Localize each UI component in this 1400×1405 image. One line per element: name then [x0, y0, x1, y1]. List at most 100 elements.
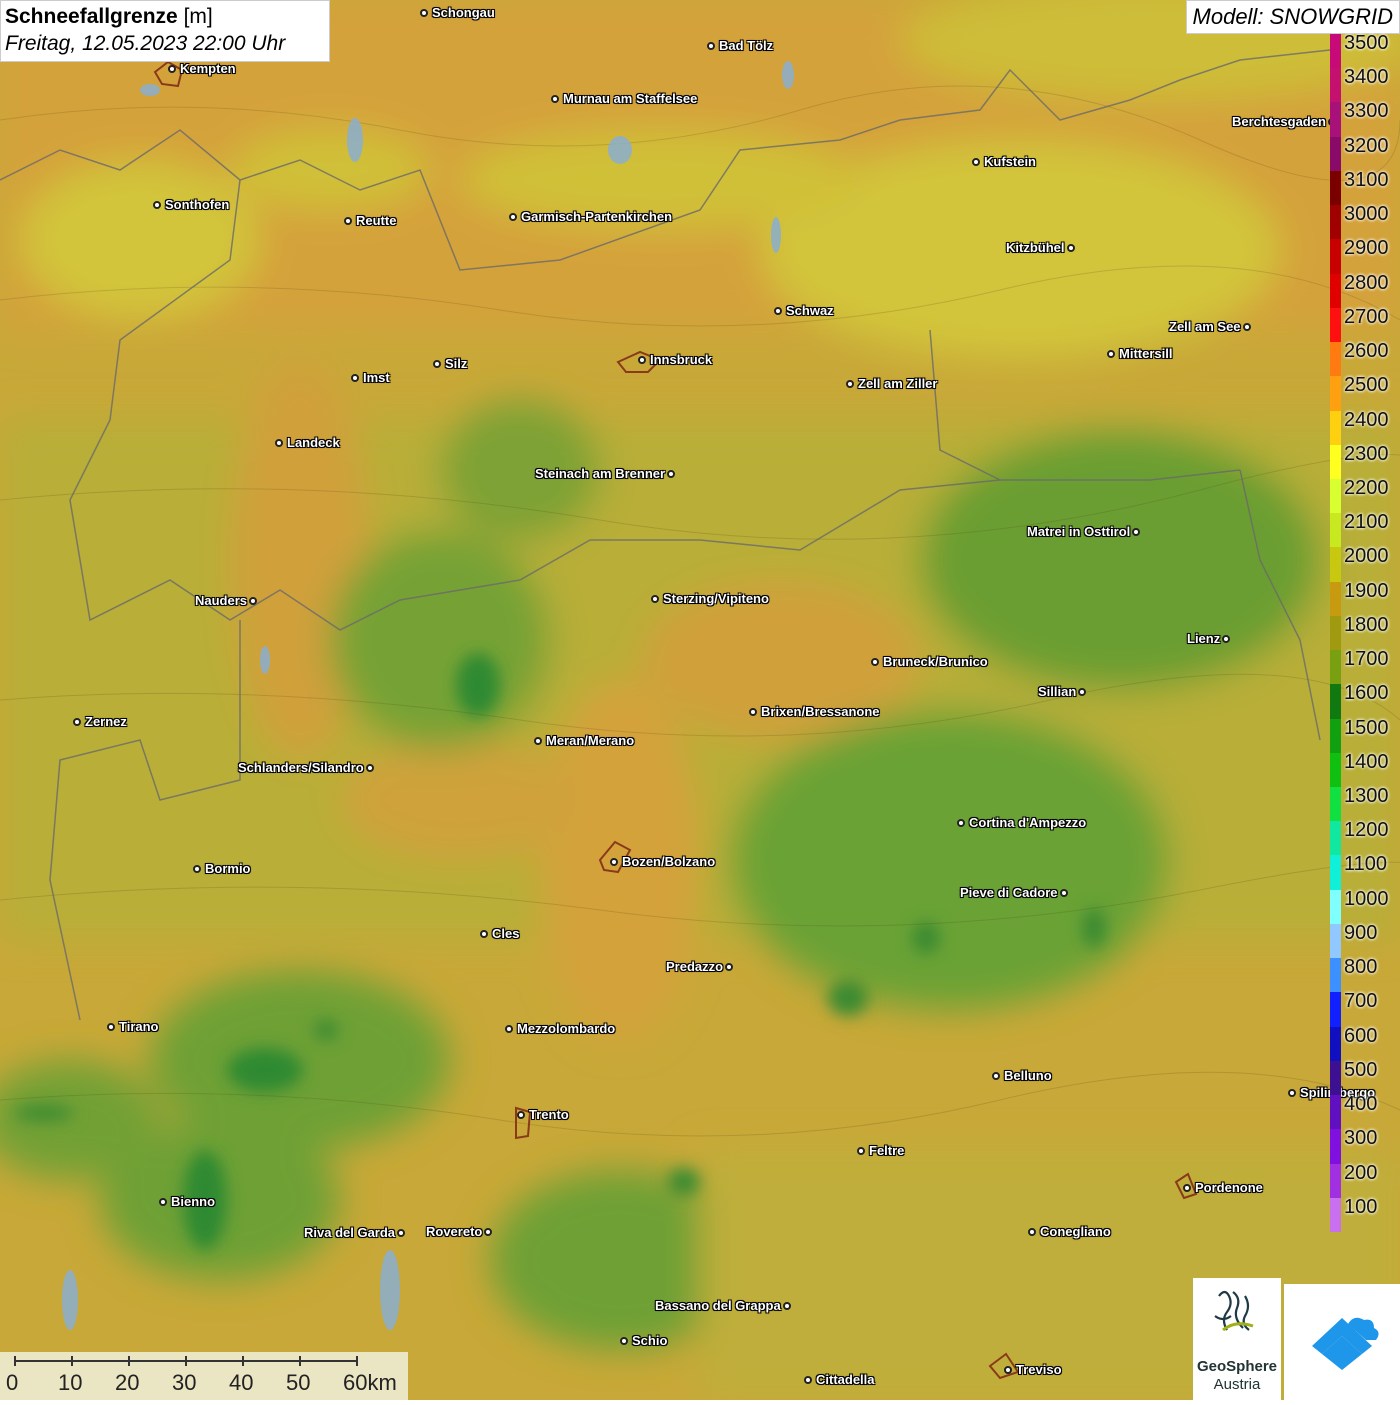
legend-tick-label: 600 [1344, 1024, 1378, 1047]
legend-swatch [1330, 34, 1341, 69]
city-label: Cles [492, 926, 520, 941]
city-label: Bassano del Grappa [655, 1298, 781, 1313]
city-label: Berchtesgaden [1232, 114, 1326, 129]
legend-swatch [1330, 1095, 1341, 1130]
city-dot-icon [651, 595, 659, 603]
legend-swatch [1330, 718, 1341, 754]
city-label: Pieve di Cadore [960, 885, 1058, 900]
city-label: Kitzbühel [1006, 240, 1065, 255]
scale-tick [128, 1356, 130, 1366]
city-dot-icon [433, 360, 441, 368]
city-label: Lienz [1187, 631, 1221, 646]
legend-swatch [1330, 205, 1341, 240]
scale-label: 40 [229, 1370, 254, 1395]
city-dot-icon [505, 1025, 513, 1033]
city-dot-icon [344, 217, 352, 225]
scale-tick [185, 1356, 187, 1366]
legend-swatch [1330, 821, 1341, 856]
city-label: Pordenone [1195, 1180, 1263, 1195]
legend-tick-label: 3400 [1344, 66, 1389, 89]
color-legend: 3500 3400 3300 3200 3100 3000 2900 2800 2700 2600… [1328, 32, 1400, 1233]
city-dot-icon [534, 737, 542, 745]
legend-swatch [1330, 547, 1341, 583]
city-label: Treviso [1016, 1362, 1062, 1377]
legend-swatch [1330, 170, 1341, 206]
legend-tick-label: 2600 [1344, 340, 1389, 363]
legend-swatch [1330, 581, 1341, 617]
city-dot-icon [509, 213, 517, 221]
legend-tick-label: 1100 [1344, 853, 1388, 876]
city-label: Schlanders/Silandro [238, 760, 364, 775]
city-label: Mittersill [1119, 346, 1173, 361]
city-dot-icon [638, 356, 646, 364]
legend-swatch [1330, 1197, 1341, 1233]
city-dot-icon [1222, 635, 1230, 643]
legend-tick-label: 1900 [1344, 579, 1389, 602]
geosphere-emblem-icon [1214, 1290, 1254, 1332]
city-dot-icon [610, 858, 618, 866]
city-label: Brixen/Bressanone [761, 704, 880, 719]
city-label: Matrei in Osttirol [1027, 524, 1131, 539]
legend-tick-label: 100 [1344, 1195, 1378, 1218]
legend-swatch [1330, 1129, 1341, 1165]
legend-tick-label: 1800 [1344, 613, 1389, 636]
legend-tick-label: 1000 [1344, 887, 1389, 910]
city-label: Trento [529, 1107, 569, 1122]
city-label: Schwaz [786, 303, 834, 318]
city-label: Bruneck/Brunico [883, 654, 988, 669]
legend-tick-label: 2000 [1344, 545, 1389, 568]
legend-tick-label: 2700 [1344, 305, 1389, 328]
city-dot-icon [168, 65, 176, 73]
city-dot-icon [1078, 688, 1086, 696]
weather-app-logo[interactable] [1284, 1284, 1400, 1400]
city-label: Imst [363, 370, 390, 385]
legend-swatch [1330, 273, 1341, 309]
city-label: Sterzing/Vipiteno [663, 591, 769, 606]
legend-tick-label: 500 [1344, 1058, 1378, 1081]
city-label: Tirano [119, 1019, 159, 1034]
legend-tick-label: 2300 [1344, 442, 1389, 465]
city-dot-icon [871, 658, 879, 666]
city-dot-icon [749, 708, 757, 716]
city-label: Silz [445, 356, 468, 371]
map-datetime: Freitag, 12.05.2023 22:00 Uhr [5, 32, 286, 55]
legend-swatch [1330, 923, 1341, 959]
legend-swatch [1330, 1026, 1341, 1062]
legend-tick-label: 2500 [1344, 374, 1389, 397]
legend-tick-label: 1400 [1344, 750, 1389, 773]
legend-swatch [1330, 376, 1341, 411]
city-label: Riva del Garda [304, 1225, 396, 1240]
city-dot-icon [725, 963, 733, 971]
city-dot-icon [249, 597, 257, 605]
legend-swatch [1330, 650, 1341, 685]
geosphere-logo[interactable]: GeoSphere Austria [1193, 1278, 1281, 1400]
city-dot-icon [397, 1229, 405, 1237]
map-title: Schneefallgrenze [m] [5, 5, 213, 28]
legend-swatch [1330, 684, 1341, 720]
model-label: Modell: SNOWGRID [1185, 0, 1400, 34]
scale-tick [299, 1356, 301, 1366]
legend-tick-label: 1200 [1344, 819, 1389, 842]
city-dot-icon [159, 1198, 167, 1206]
city-label: Mezzolombardo [517, 1021, 616, 1036]
city-dot-icon [1107, 350, 1115, 358]
city-label: Cittadella [816, 1372, 875, 1387]
legend-tick-label: 2400 [1344, 408, 1389, 431]
city-dot-icon [774, 307, 782, 315]
legend-swatch [1330, 992, 1341, 1028]
city-dot-icon [351, 374, 359, 382]
city-dot-icon [420, 9, 428, 17]
city-dot-icon [667, 470, 675, 478]
city-label: Innsbruck [650, 352, 713, 367]
city-label: Zernez [85, 714, 127, 729]
legend-swatch [1330, 1060, 1341, 1096]
legend-swatch [1330, 855, 1341, 891]
city-label: Feltre [869, 1143, 905, 1158]
legend-swatch [1330, 1163, 1341, 1199]
city-dot-icon [857, 1147, 865, 1155]
legend-swatch [1330, 513, 1341, 548]
legend-tick-label: 1300 [1344, 785, 1389, 808]
city-label: Bienno [171, 1194, 216, 1209]
city-label: Reutte [356, 213, 397, 228]
city-label: Steinach am Brenner [535, 466, 666, 481]
